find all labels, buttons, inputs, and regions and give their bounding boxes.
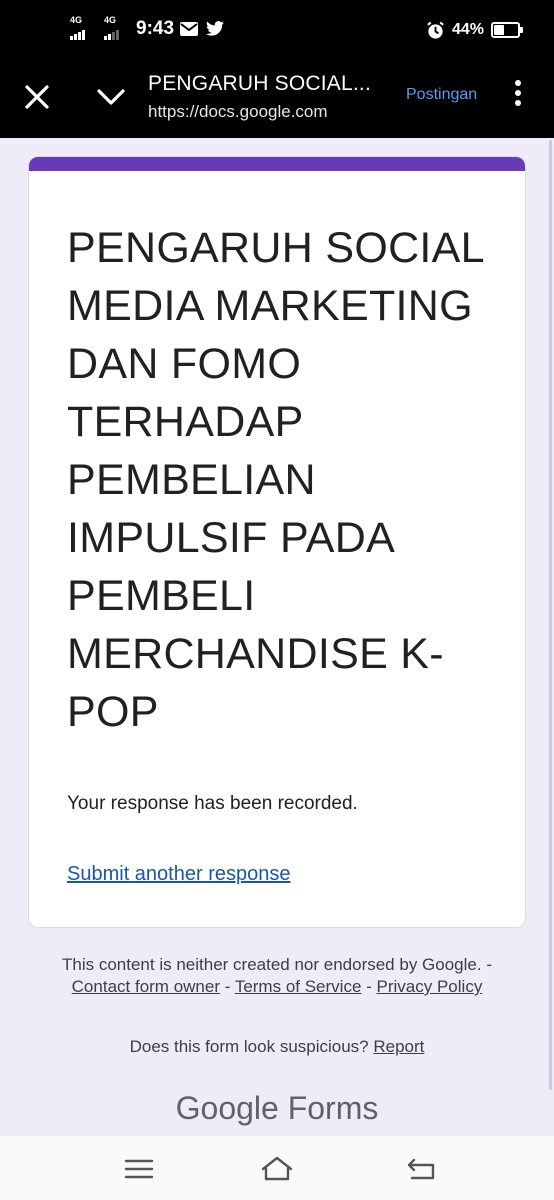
- brand-google: Google: [175, 1090, 279, 1126]
- mail-icon: [180, 22, 198, 36]
- clock: 9:43: [136, 18, 175, 39]
- google-forms-logo[interactable]: Google Forms: [0, 1090, 554, 1127]
- page-title: PENGARUH SOCIAL...: [148, 72, 371, 95]
- contact-owner-link[interactable]: Contact form owner: [72, 977, 220, 996]
- chevron-down-icon[interactable]: [95, 82, 127, 112]
- page-url[interactable]: https://docs.google.com: [148, 102, 328, 122]
- submit-another-link[interactable]: Submit another response: [67, 863, 290, 886]
- disclaimer-text: This content is neither created nor endo…: [62, 955, 482, 974]
- back-icon[interactable]: [404, 1154, 438, 1184]
- network-label-2: 4G: [104, 15, 117, 25]
- separator: -: [481, 955, 492, 974]
- close-icon[interactable]: [22, 82, 52, 112]
- scrollbar[interactable]: [549, 140, 552, 1090]
- alarm-icon: [427, 21, 444, 39]
- separator: -: [220, 977, 235, 996]
- form-title: PENGARUH SOCIAL MEDIA MARKETING DAN FOMO…: [67, 224, 484, 736]
- system-nav-bar: [0, 1135, 554, 1200]
- privacy-link[interactable]: Privacy Policy: [377, 977, 483, 996]
- status-bar: 4G 4G 9:43 44%: [0, 0, 554, 62]
- brand-forms: Forms: [287, 1090, 379, 1126]
- confirmation-message: Your response has been recorded.: [67, 793, 358, 814]
- suspicious-question: Does this form look suspicious?: [129, 1037, 369, 1056]
- separator: -: [361, 977, 377, 996]
- terms-link[interactable]: Terms of Service: [235, 977, 362, 996]
- footer-disclaimer: This content is neither created nor endo…: [60, 954, 494, 998]
- browser-toolbar: PENGARUH SOCIAL... https://docs.google.c…: [0, 62, 554, 138]
- signal-icon-2: 4G: [104, 15, 119, 40]
- suspicious-line: Does this form look suspicious? Report: [60, 1037, 494, 1057]
- home-icon[interactable]: [260, 1154, 294, 1184]
- battery-icon: [491, 22, 523, 38]
- report-link[interactable]: Report: [373, 1037, 424, 1056]
- network-label-1: 4G: [70, 15, 83, 25]
- form-card: PENGARUH SOCIAL MEDIA MARKETING DAN FOMO…: [28, 156, 526, 928]
- battery-percent: 44%: [452, 21, 485, 38]
- signal-icon-1: 4G: [70, 15, 85, 40]
- more-vert-icon[interactable]: [510, 80, 526, 110]
- card-accent: [29, 157, 525, 171]
- twitter-icon: [206, 21, 224, 36]
- menu-icon[interactable]: [122, 1154, 156, 1184]
- postingan-button[interactable]: Postingan: [406, 86, 477, 104]
